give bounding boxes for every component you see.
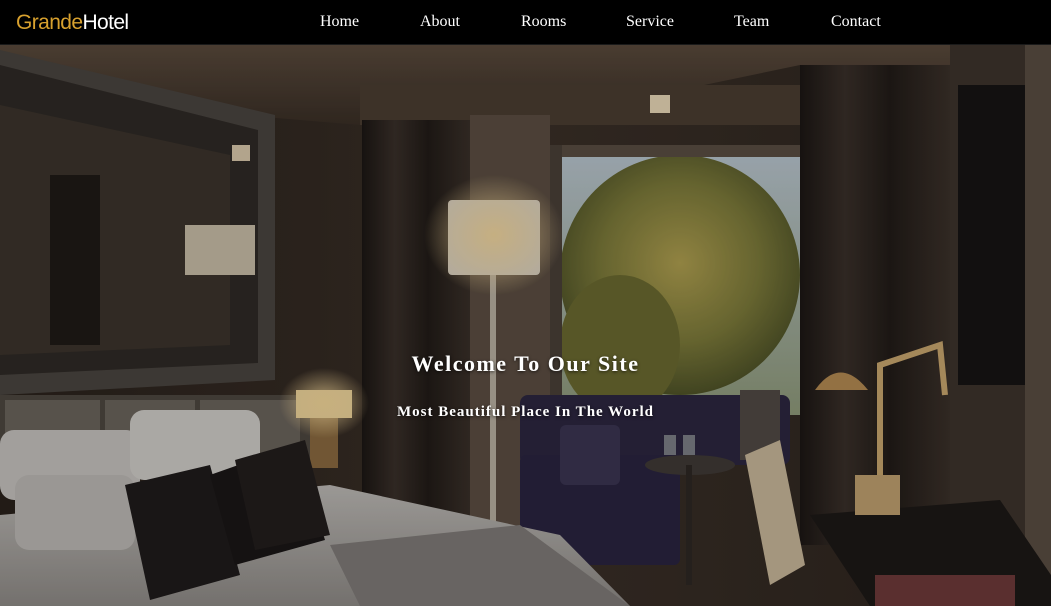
hero-overlay xyxy=(0,45,1051,606)
hero-title: Welcome To Our Site xyxy=(411,351,640,376)
nav-link-contact[interactable]: Contact xyxy=(831,12,881,32)
nav-link-service[interactable]: Service xyxy=(626,12,674,32)
brand-logo[interactable]: GrandeHotel xyxy=(16,9,129,37)
brand-name-part2: Hotel xyxy=(82,11,129,34)
navbar: GrandeHotel Home About Rooms Service Tea… xyxy=(0,0,1051,45)
brand-name-part1: Grande xyxy=(16,11,83,34)
nav-link-team[interactable]: Team xyxy=(734,12,769,32)
nav-link-home[interactable]: Home xyxy=(320,12,359,32)
hero-subtitle: Most Beautiful Place In The World xyxy=(396,404,655,420)
nav-link-rooms[interactable]: Rooms xyxy=(521,12,566,32)
hero-section: Welcome To Our Site Most Beautiful Place… xyxy=(0,45,1051,606)
nav-link-about[interactable]: About xyxy=(420,12,460,32)
